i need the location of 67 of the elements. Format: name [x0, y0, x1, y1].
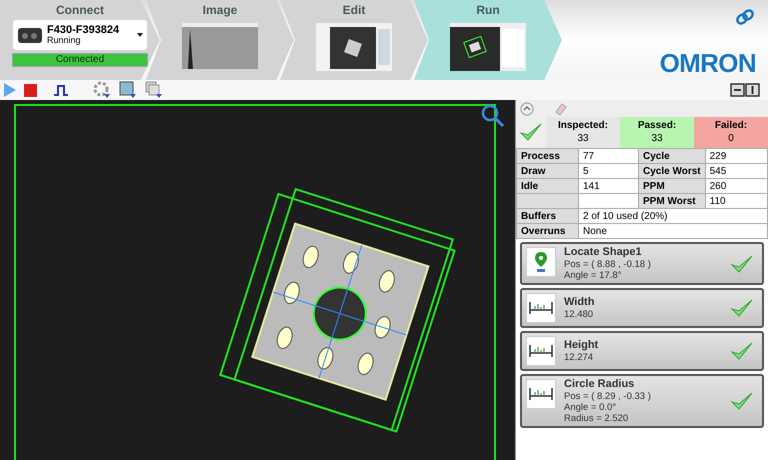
counter-value: 33	[651, 132, 663, 145]
stat-label: Cycle	[638, 148, 706, 164]
tool-result-card[interactable]: Circle Radius Pos = ( 8.29 , -0.33 ) Angle = 0.0° Radius = 2.520	[520, 374, 764, 428]
stat-label: PPM Worst	[638, 194, 706, 208]
tool-name: Width	[564, 296, 596, 309]
stat-label: Buffers	[516, 208, 578, 224]
image-save-icon[interactable]	[119, 81, 137, 99]
layout-toggle-icon[interactable]	[730, 83, 760, 97]
tool-result-text: 12.480	[564, 309, 594, 320]
device-selector[interactable]: F430-F393824 Running	[12, 19, 148, 51]
caret-icon	[137, 33, 143, 37]
stat-label: Idle	[516, 178, 578, 194]
workflow-step[interactable]: Run	[414, 0, 562, 80]
counter-label: Inspected:	[558, 119, 608, 132]
stat-value: 110	[705, 194, 768, 208]
stat-value: 229	[705, 148, 768, 164]
stat-value: 5	[578, 164, 638, 178]
step-label: Run	[476, 2, 500, 19]
layers-icon[interactable]	[145, 81, 163, 99]
tool-result-text: Angle = 0.0°	[564, 402, 618, 413]
tool-result-text: Angle = 17.8°	[564, 270, 622, 281]
link-icon[interactable]	[734, 8, 756, 26]
device-name: F430-F393824	[47, 25, 120, 36]
gear-icon[interactable]	[93, 81, 111, 99]
stat-label: Overruns	[516, 224, 578, 238]
step-label: Connect	[56, 2, 104, 19]
stat-label: Draw	[516, 164, 578, 178]
stat-label: PPM	[638, 178, 706, 194]
location-pin-icon	[533, 251, 549, 273]
zoom-icon[interactable]	[481, 104, 505, 128]
brand-logo: OMRON	[660, 50, 756, 76]
collapse-icon[interactable]	[520, 102, 534, 116]
workflow-step[interactable]: Edit	[280, 0, 428, 80]
counter-value: 33	[577, 132, 589, 145]
caliper-icon	[529, 344, 553, 358]
camera-icon	[17, 25, 43, 45]
step-label: Image	[202, 2, 238, 19]
tool-result-text: Radius = 2.520	[564, 413, 630, 424]
caliper-icon	[529, 387, 553, 401]
stat-value: 545	[705, 164, 768, 178]
step-label: Edit	[342, 2, 366, 19]
stat-value: 141	[578, 178, 638, 194]
counter-label: Passed:	[638, 119, 676, 132]
stat-label: Cycle Worst	[638, 164, 706, 178]
tool-result-card[interactable]: Width 12.480	[520, 288, 764, 328]
tool-result-text: Pos = ( 8.29 , -0.33 )	[564, 391, 652, 402]
counter-value: 0	[728, 132, 734, 145]
stat-value: None	[578, 224, 768, 238]
tool-result-text: 12.274	[564, 352, 594, 363]
tool-name: Circle Radius	[564, 378, 636, 391]
stat-value: 260	[705, 178, 768, 194]
stat-label: Process	[516, 148, 578, 164]
counter-label: Failed:	[714, 119, 748, 132]
tool-name: Height	[564, 339, 600, 352]
tool-name: Locate Shape1	[564, 246, 643, 259]
workflow-step[interactable]: Image	[146, 0, 294, 80]
stop-icon[interactable]	[24, 84, 37, 96]
tool-result-text: Pos = ( 8.88 , -0.18 )	[564, 259, 652, 270]
caliper-icon	[529, 301, 553, 315]
connection-status: Connected	[12, 53, 148, 67]
stat-value: 2 of 10 used (20%)	[578, 208, 768, 224]
tool-result-card[interactable]: Height 12.274	[520, 331, 764, 371]
stat-value: 77	[578, 148, 638, 164]
tool-result-card[interactable]: Locate Shape1 Pos = ( 8.88 , -0.18 ) Angle = 17.8°	[520, 242, 764, 285]
device-status: Running	[47, 36, 82, 45]
trigger-pulse-icon[interactable]	[53, 84, 69, 96]
workflow-step[interactable]: Connect F430-F393824 Running Connected	[0, 0, 160, 80]
